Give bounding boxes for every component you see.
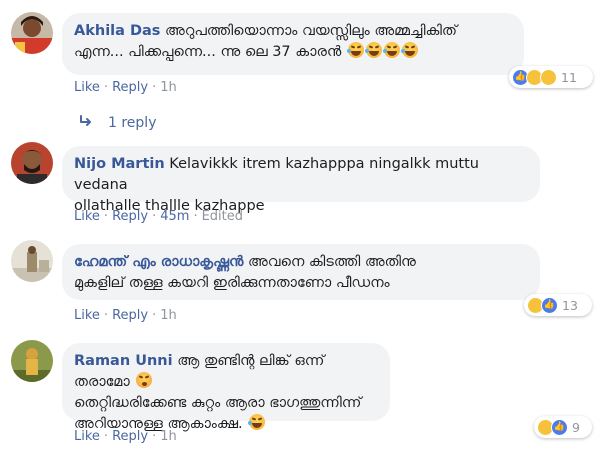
kiss-emoji-icon [136,372,153,388]
comment-bubble: Akhila Das അറുപത്തിയൊന്നാം വയസ്സിലും അമ്… [62,13,524,75]
timestamp[interactable]: 1h [160,80,177,95]
reaction-summary[interactable]: 👍 9 [534,416,592,438]
comment-author[interactable]: Raman Unni [74,353,173,369]
comment-bubble: Raman Unni ആ തുണ്ടിന്റ ലിങ്ക് ഒന്ന് തരാമ… [62,343,390,432]
rofl-emoji-icon [400,42,418,58]
comment-actions: Like · Reply · 1h [74,429,177,444]
rofl-emoji-icon [382,42,400,58]
timestamp[interactable]: 1h [160,429,177,444]
like-link[interactable]: Like [74,429,100,444]
timestamp[interactable]: 45m [160,209,189,224]
reply-arrow-icon [80,115,94,131]
comment-text: അവനെ കിടത്തി അതിനു [248,254,416,270]
reaction-summary[interactable]: 👍 11 [509,66,593,88]
comment-actions: Like · Reply · 45m · Edited [74,209,244,224]
timestamp[interactable]: 1h [160,308,177,323]
avatar[interactable] [11,142,53,184]
comment-text: എന്ന... പിക്കപ്പന്നെ... ന്നു ലെ 37 കാരൻ [74,44,342,60]
rofl-emoji-icon [346,42,364,58]
comment-bubble: Nijo Martin Kelavikkk itrem kazhapppa ni… [62,146,540,214]
comment-actions: Like · Reply · 1h [74,308,177,323]
reply-link[interactable]: Reply [112,209,148,224]
comment-bubble: ഹേമന്ത് എം രാധാകൃഷ്ണൻ അവനെ കിടത്തി അതിനു… [62,244,540,300]
reply-link[interactable]: Reply [112,80,148,95]
like-link[interactable]: Like [74,308,100,323]
avatar[interactable] [11,12,53,54]
comment-author[interactable]: Nijo Martin [74,156,165,172]
avatar[interactable] [11,240,53,282]
like-link[interactable]: Like [74,209,100,224]
reply-link[interactable]: Reply [112,308,148,323]
like-reaction-icon: 👍 [541,296,558,314]
comment-author[interactable]: ഹേമന്ത് എം രാധാകൃഷ്ണൻ [74,254,243,270]
comment-text: തെറ്റിദ്ധരിക്കേണ്ട കുറ്റം ആരാ ഭാഗത്തുന്ന… [74,395,362,411]
reaction-count: 11 [561,69,577,85]
reply-link[interactable]: Reply [112,429,148,444]
comment-text: അറുപത്തിയൊന്നാം വയസ്സിലും അമ്മച്ചികിത് [165,23,457,39]
edited-label[interactable]: Edited [202,209,243,224]
view-replies-link[interactable]: 1 reply [80,115,156,131]
comment-text: മുകളില് തള്ള കയറി ഇരിക്കുന്നതാണോ പീഡനം [74,275,390,291]
comment-author[interactable]: Akhila Das [74,23,160,39]
reaction-count: 13 [562,297,578,313]
reaction-summary[interactable]: 👍 13 [524,294,592,316]
reaction-count: 9 [572,419,580,435]
like-reaction-icon: 👍 [551,418,568,436]
like-link[interactable]: Like [74,80,100,95]
wow-reaction-icon [540,68,557,86]
rofl-emoji-icon [248,414,266,430]
rofl-emoji-icon [364,42,382,58]
comment-actions: Like · Reply · 1h [74,80,177,95]
avatar[interactable] [11,340,53,382]
replies-count-label[interactable]: 1 reply [108,115,156,131]
